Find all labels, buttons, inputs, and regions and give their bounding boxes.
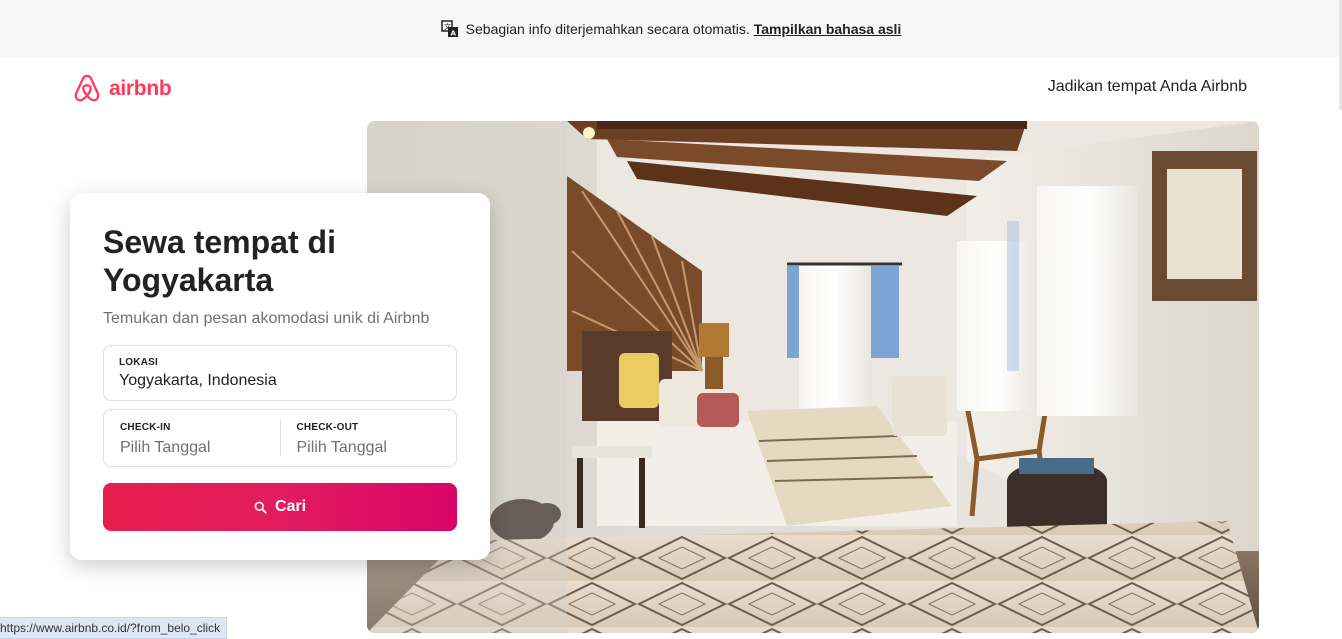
location-value[interactable]: Yogyakarta, Indonesia [119,372,441,390]
page-title: Sewa tempat di Yogyakarta [103,224,336,298]
airbnb-logo-icon [74,74,100,102]
search-card: Sewa tempat di Yogyakarta Temukan dan pe… [70,193,490,560]
airbnb-logo[interactable]: airbnb [72,73,172,105]
checkout-placeholder: Pilih Tanggal [296,439,387,456]
become-host-link[interactable]: Jadikan tempat Anda Airbnb [1048,78,1247,96]
page: 文 A Sebagian info diterjemahkan secara o… [0,0,1342,639]
checkin-field[interactable]: CHECK-IN Pilih Tanggal [104,410,280,466]
status-bar-url: https://www.airbnb.co.id/?from_belo_clic… [0,617,228,639]
date-fields: CHECK-IN Pilih Tanggal CHECK-OUT Pilih T… [103,409,457,467]
svg-text:A: A [450,29,456,37]
brand-wordmark: airbnb [109,77,172,100]
checkout-field[interactable]: CHECK-OUT Pilih Tanggal [281,410,457,466]
location-label: LOKASI [119,357,158,368]
bedroom-photo [367,121,1259,633]
search-button-label: Cari [274,498,307,515]
location-field[interactable]: LOKASI Yogyakarta, Indonesia [103,345,457,401]
show-original-language-link[interactable]: Tampilkan bahasa asli [754,21,902,37]
translation-banner: 文 A Sebagian info diterjemahkan secara o… [0,0,1342,57]
translate-icon: 文 A [440,19,458,37]
search-button[interactable]: Cari [103,483,457,531]
checkin-placeholder: Pilih Tanggal [120,439,211,456]
checkout-label: CHECK-OUT [296,422,359,433]
search-icon [254,501,267,514]
hero-image [367,121,1259,633]
checkin-label: CHECK-IN [120,422,171,433]
page-subtitle: Temukan dan pesan akomodasi unik di Airb… [103,310,430,327]
translation-message: Sebagian info diterjemahkan secara otoma… [465,20,750,37]
